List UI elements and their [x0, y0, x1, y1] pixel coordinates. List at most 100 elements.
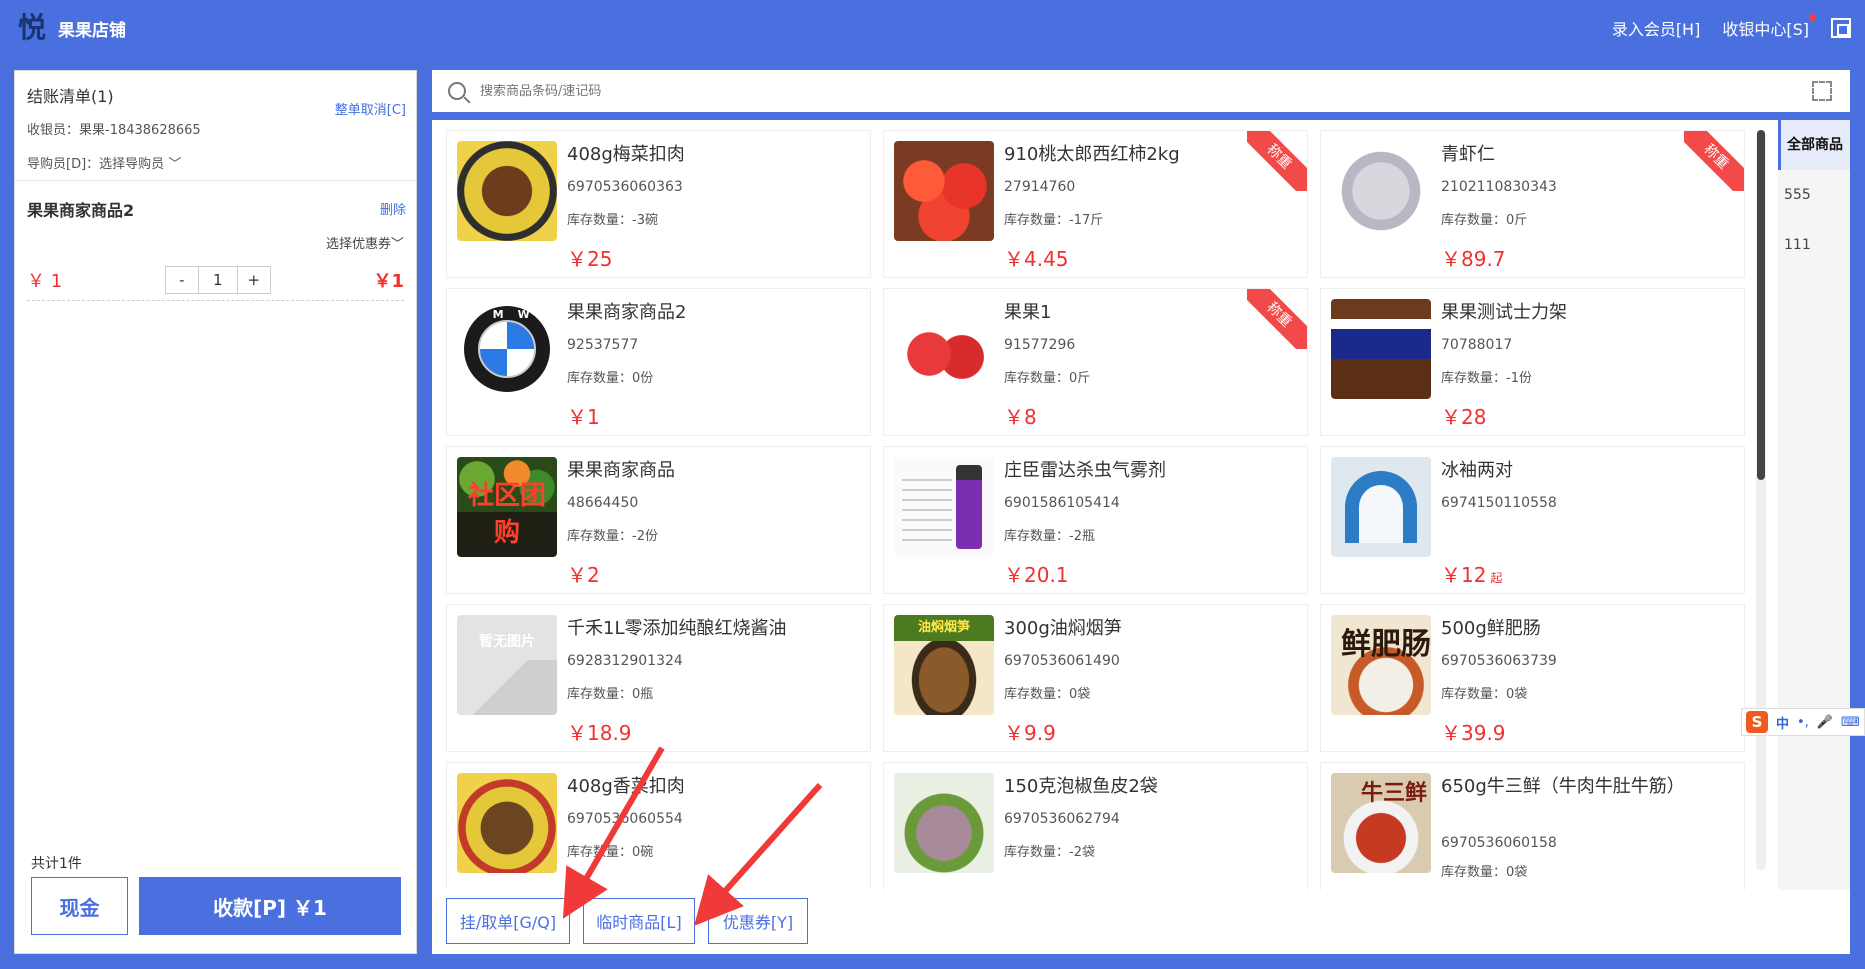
product-name: 910桃太郎西红柿2kg — [1004, 144, 1180, 165]
product-price: ￥2 — [567, 559, 600, 588]
qty-minus-button[interactable]: - — [166, 267, 198, 293]
cashier-info: 收银员：果果-18438628665 — [27, 123, 201, 138]
product-card[interactable]: 408g梅菜扣肉 6970536060363 库存数量：-3碗 ￥25 — [446, 130, 871, 278]
product-image: 社区团购 — [457, 457, 557, 557]
coupon-button[interactable]: 优惠券[Y] — [708, 898, 808, 944]
product-card[interactable]: 冰袖两对 6974150110558 ￥12 起 — [1320, 446, 1745, 594]
product-code: 6970536060158 — [1441, 835, 1557, 851]
product-card[interactable]: 150克泡椒鱼皮2袋 6970536062794 库存数量：-2袋 — [883, 762, 1308, 890]
price-suffix: 起 — [1490, 571, 1503, 585]
category-item[interactable]: 全部商品 — [1778, 120, 1850, 170]
product-price: ￥12 起 — [1441, 559, 1502, 588]
product-card[interactable]: 果果1 91577296 库存数量：0斤 ￥8 称重 — [883, 288, 1308, 436]
category-item[interactable]: 111 — [1778, 220, 1850, 270]
product-stock: 库存数量：0份 — [567, 371, 654, 386]
product-code: 6970536063739 — [1441, 653, 1557, 669]
ime-toolbar: S 中 •, 🎤 ⌨ — [1741, 708, 1865, 736]
product-stock: 库存数量：-17斤 — [1004, 213, 1104, 228]
product-code: 6901586105414 — [1004, 495, 1120, 511]
product-name: 408g香菜扣肉 — [567, 776, 685, 797]
cash-button[interactable]: 现金 — [31, 877, 128, 935]
sogou-icon[interactable]: S — [1746, 711, 1768, 733]
ime-chinese-toggle[interactable]: 中 — [1776, 713, 1789, 732]
ice-sleeve-shape — [1345, 471, 1417, 543]
product-code: 6970536062794 — [1004, 811, 1120, 827]
product-name: 果果测试士力架 — [1441, 302, 1567, 323]
product-card[interactable]: BMW 果果商家商品2 92537577 库存数量：0份 ￥1 — [446, 288, 871, 436]
coupon-select[interactable]: 选择优惠券﹀ — [27, 233, 404, 252]
total-count: 共计1件 — [31, 856, 82, 872]
keyboard-icon[interactable]: ⌨ — [1841, 715, 1860, 730]
product-name: 408g梅菜扣肉 — [567, 144, 685, 165]
product-card[interactable]: 庄臣雷达杀虫气雾剂 6901586105414 库存数量：-2瓶 ￥20.1 — [883, 446, 1308, 594]
product-price: ￥28 — [1441, 401, 1486, 430]
product-code: 92537577 — [567, 337, 639, 353]
product-price-value: ￥1 — [567, 405, 600, 429]
product-image: 牛三鲜 — [1331, 773, 1431, 873]
search-icon — [448, 82, 466, 100]
delete-item-button[interactable]: 删除 — [380, 199, 406, 218]
cashier-center-label: 收银中心[S] — [1722, 20, 1809, 39]
product-card[interactable]: 910桃太郎西红柿2kg 27914760 库存数量：-17斤 ￥4.45 称重 — [883, 130, 1308, 278]
product-price-value: ￥28 — [1441, 405, 1487, 429]
app-logo: 悦 — [17, 11, 46, 44]
cashier-center-button[interactable]: 收银中心[S] — [1722, 14, 1816, 40]
spray-text-lines — [902, 471, 952, 541]
product-price-value: ￥4.45 — [1004, 247, 1069, 271]
product-card[interactable]: 暂无图片 千禾1L零添加纯酿红烧酱油 6928312901324 库存数量：0瓶 ￥18… — [446, 604, 871, 752]
temp-item-button[interactable]: 临时商品[L] — [583, 898, 695, 944]
product-card[interactable]: 油焖烟笋 300g油焖烟笋 6970536061490 库存数量：0袋 ￥9.9 — [883, 604, 1308, 752]
member-entry-button[interactable]: 录入会员[H] — [1612, 16, 1701, 40]
product-stock: 库存数量：0袋 — [1004, 687, 1091, 702]
product-name: 果果商家商品2 — [567, 302, 687, 323]
microphone-icon[interactable]: 🎤 — [1817, 715, 1833, 730]
thumb-caption: 油焖烟笋 — [894, 615, 994, 641]
product-card[interactable]: 牛三鲜 650g牛三鲜（牛肉牛肚牛筋） 6970536060158 库存数量：0袋 — [1320, 762, 1745, 890]
scrollbar-thumb[interactable] — [1757, 130, 1765, 480]
product-image — [1331, 299, 1431, 399]
product-price-value: ￥25 — [567, 247, 613, 271]
ribbon-label: 称重 — [1247, 131, 1307, 191]
product-scrollbar[interactable] — [1756, 130, 1766, 870]
product-price-value: ￥18.9 — [567, 721, 632, 745]
bmw-logo: BMW — [464, 306, 550, 392]
product-code: 6974150110558 — [1441, 495, 1557, 511]
product-card[interactable]: 社区团购 果果商家商品 48664450 库存数量：-2份 ￥2 — [446, 446, 871, 594]
product-image: 油焖烟笋 — [894, 615, 994, 715]
qty-plus-button[interactable]: + — [238, 267, 270, 293]
product-grid: 408g梅菜扣肉 6970536060363 库存数量：-3碗 ￥25 910桃太郎西红… — [446, 130, 1762, 890]
hold-order-button[interactable]: 挂/取单[G/Q] — [446, 898, 570, 944]
product-price: ￥25 — [567, 243, 612, 272]
category-item[interactable]: 555 — [1778, 170, 1850, 220]
product-code: 6970536061490 — [1004, 653, 1120, 669]
product-card[interactable]: 408g香菜扣肉 6970536060554 库存数量：0碗 — [446, 762, 871, 890]
cancel-all-button[interactable]: 整单取消[C] — [335, 99, 406, 118]
product-card[interactable]: 果果测试士力架 70788017 库存数量：-1份 ￥28 — [1320, 288, 1745, 436]
product-area: 408g梅菜扣肉 6970536060363 库存数量：-3碗 ￥25 910桃太郎西红… — [432, 120, 1850, 890]
product-name: 650g牛三鲜（牛肉牛肚牛筋） — [1441, 776, 1685, 797]
product-stock: 库存数量：-1份 — [1441, 371, 1532, 386]
product-stock: 库存数量：0斤 — [1004, 371, 1091, 386]
qty-value[interactable]: 1 — [197, 267, 238, 293]
search-input[interactable] — [480, 83, 1780, 99]
thumb-caption: 牛三鲜 — [1360, 781, 1427, 806]
guide-select[interactable]: 选择导购员 ﹀ — [99, 157, 181, 172]
scan-icon[interactable] — [1812, 81, 1832, 101]
product-image — [894, 299, 994, 399]
unit-price: ￥ 1 — [27, 271, 63, 292]
product-image — [894, 141, 994, 241]
product-card[interactable]: 鲜肥肠 500g鲜肥肠 6970536063739 库存数量：0袋 ￥39.9 — [1320, 604, 1745, 752]
product-price: ￥1 — [567, 401, 600, 430]
product-image: BMW — [457, 299, 557, 399]
quantity-stepper: - 1 + — [164, 266, 271, 294]
product-name: 150克泡椒鱼皮2袋 — [1004, 776, 1158, 797]
fullscreen-icon[interactable] — [1831, 18, 1851, 38]
punctuation-icon[interactable]: •, — [1797, 715, 1809, 730]
weighing-ribbon: 称重 — [1247, 131, 1307, 191]
pay-button[interactable]: 收款[P] ￥1 — [139, 877, 401, 935]
product-name: 冰袖两对 — [1441, 460, 1513, 481]
product-stock: 库存数量：0斤 — [1441, 213, 1528, 228]
product-card[interactable]: 青虾仁 2102110830343 库存数量：0斤 ￥89.7 称重 — [1320, 130, 1745, 278]
product-price: ￥89.7 — [1441, 243, 1506, 272]
coupon-select-label: 选择优惠券 — [325, 237, 391, 252]
